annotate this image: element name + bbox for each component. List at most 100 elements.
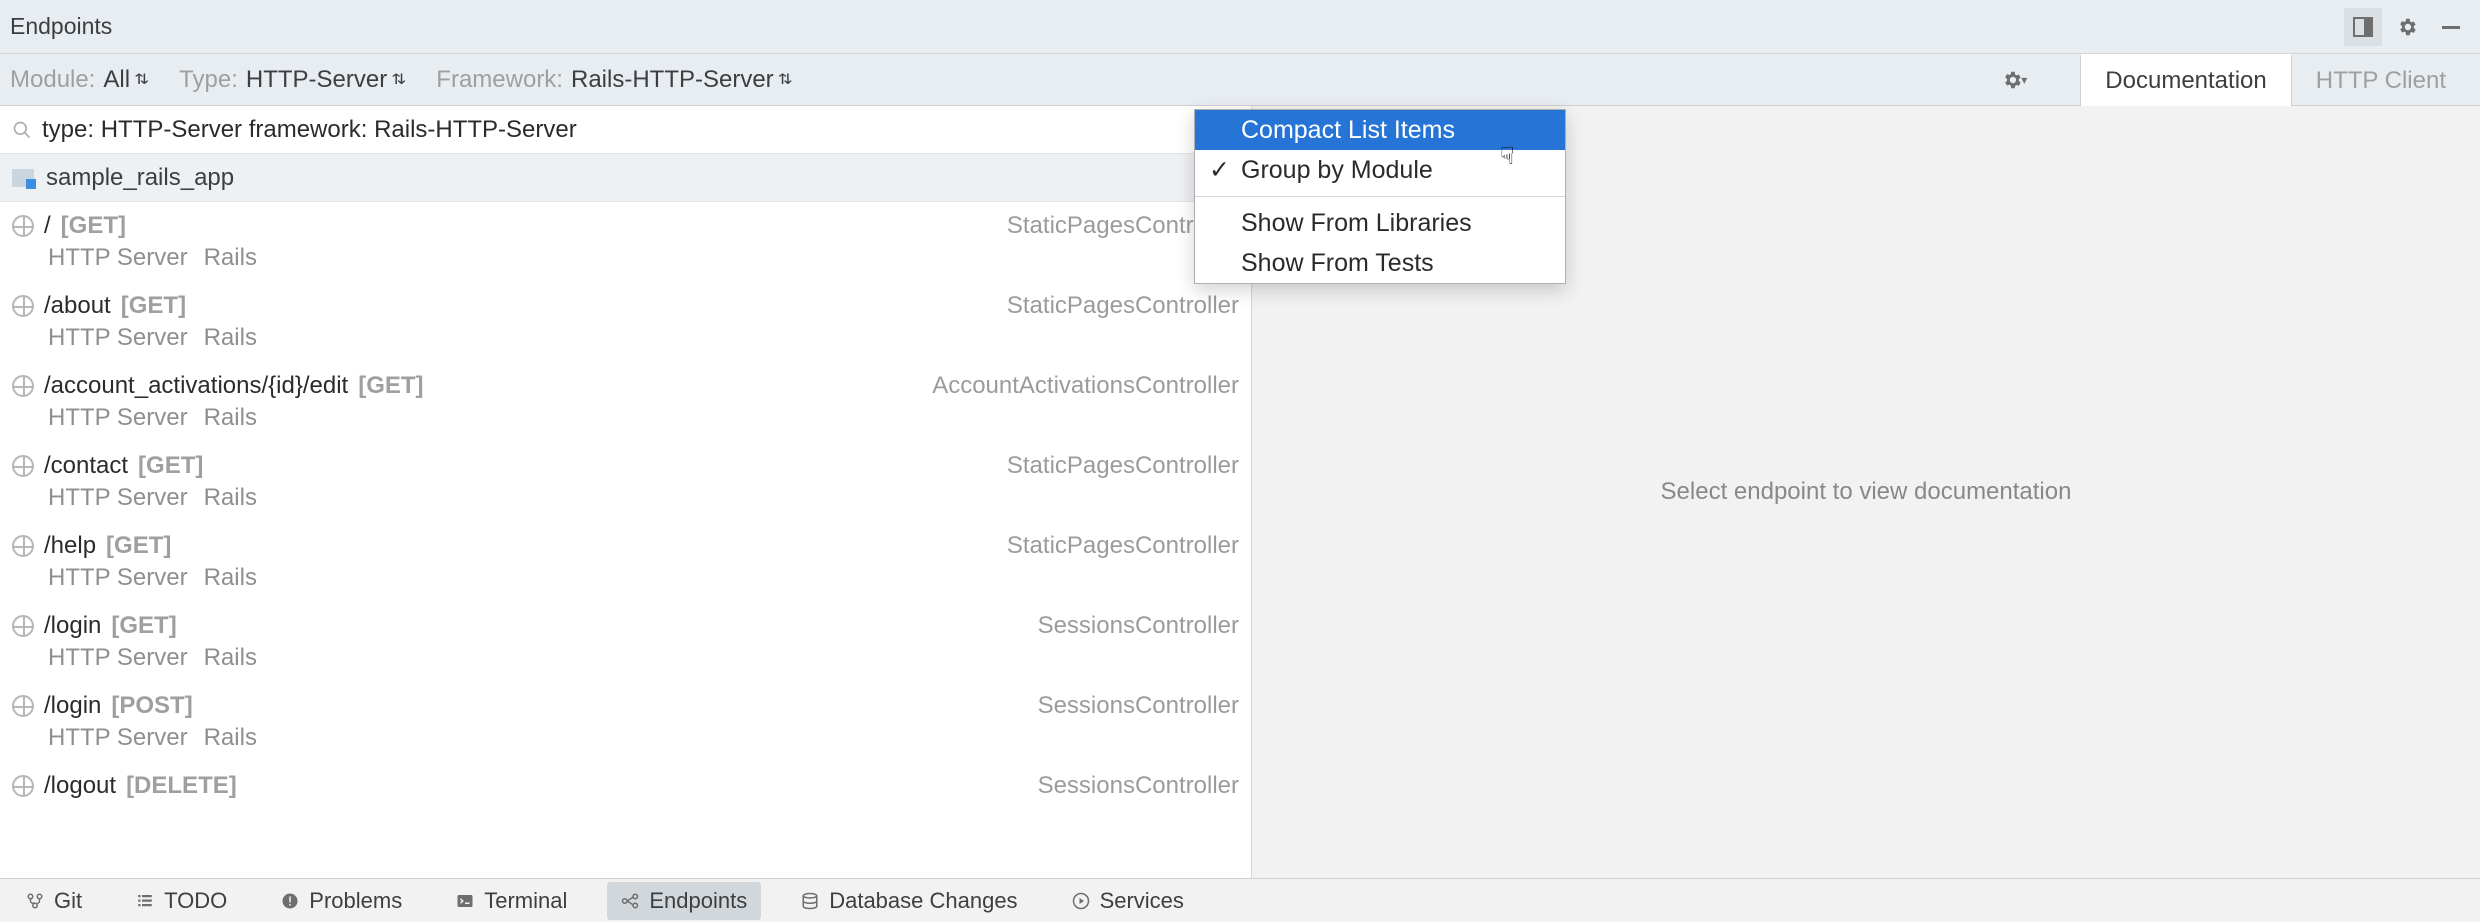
endpoint-type: HTTP Server — [48, 724, 188, 752]
endpoint-controller: SessionsController — [1038, 772, 1239, 800]
check-icon: ✓ — [1209, 155, 1230, 185]
tool-problems[interactable]: Problems — [267, 882, 416, 920]
globe-icon — [12, 295, 34, 317]
tool-problems-label: Problems — [309, 888, 402, 914]
endpoint-framework: Rails — [204, 244, 257, 272]
endpoint-path: /about — [44, 292, 111, 320]
globe-icon — [12, 615, 34, 637]
endpoint-path: /contact — [44, 452, 128, 480]
type-filter-label: Type: — [179, 66, 238, 94]
warning-icon — [281, 892, 299, 910]
endpoint-item[interactable]: /login [POST] SessionsController HTTP Serv… — [0, 682, 1251, 762]
tool-terminal[interactable]: Terminal — [442, 882, 581, 920]
endpoint-method: [GET] — [111, 612, 176, 640]
tool-todo-label: TODO — [164, 888, 227, 914]
endpoints-list-pane: sample_rails_app / [GET]StaticPagesContr… — [0, 106, 1252, 878]
menu-item-label: Compact List Items — [1241, 116, 1455, 145]
framework-filter-label: Framework: — [436, 66, 563, 94]
menu-item-label: Show From Libraries — [1241, 209, 1472, 238]
endpoint-path: /account_activations/{id}/edit — [44, 372, 348, 400]
module-group-name: sample_rails_app — [46, 164, 234, 192]
endpoint-controller: StaticPagesController — [1007, 452, 1239, 480]
filter-bar: Module: All ⇅ Type: HTTP-Server ⇅ Framew… — [0, 54, 2480, 106]
endpoint-method: [POST] — [111, 692, 192, 720]
endpoint-method: [GET] — [106, 532, 171, 560]
chevron-updown-icon: ⇅ — [778, 71, 793, 88]
endpoint-item[interactable]: / [GET]StaticPagesControllerHTTP ServerR… — [0, 202, 1251, 282]
framework-filter[interactable]: Framework: Rails-HTTP-Server ⇅ — [436, 66, 792, 94]
tab-documentation-label: Documentation — [2105, 67, 2266, 95]
terminal-icon — [456, 892, 474, 910]
endpoint-method: [DELETE] — [126, 772, 237, 800]
tool-todo[interactable]: TODO — [122, 882, 241, 920]
chevron-updown-icon: ⇅ — [134, 71, 149, 88]
chevron-updown-icon: ⇅ — [391, 71, 406, 88]
menu-item[interactable]: Show From Tests — [1195, 243, 1565, 283]
endpoint-type: HTTP Server — [48, 564, 188, 592]
globe-icon — [12, 535, 34, 557]
endpoint-framework: Rails — [204, 324, 257, 352]
search-input[interactable] — [42, 116, 1239, 144]
endpoint-method: [GET] — [358, 372, 423, 400]
tool-git[interactable]: Git — [12, 882, 96, 920]
menu-item[interactable]: Show From Libraries — [1195, 203, 1565, 243]
endpoint-framework: Rails — [204, 564, 257, 592]
tab-documentation[interactable]: Documentation — [2080, 54, 2291, 107]
endpoint-path: /logout — [44, 772, 116, 800]
panel-layout-button[interactable] — [2344, 8, 2382, 46]
menu-item-label: Group by Module — [1241, 156, 1433, 185]
module-filter-value: All — [103, 66, 130, 94]
type-filter[interactable]: Type: HTTP-Server ⇅ — [179, 66, 406, 94]
tab-http-client[interactable]: HTTP Client — [2292, 54, 2470, 106]
module-filter[interactable]: Module: All ⇅ — [10, 66, 149, 94]
endpoint-item[interactable]: /account_activations/{id}/edit [GET] Acco… — [0, 362, 1251, 442]
endpoint-type: HTTP Server — [48, 404, 188, 432]
endpoint-framework: Rails — [204, 644, 257, 672]
endpoint-item[interactable]: /about [GET] StaticPagesController HTTP Se… — [0, 282, 1251, 362]
framework-filter-value: Rails-HTTP-Server — [571, 66, 774, 94]
endpoint-path: /help — [44, 532, 96, 560]
module-group-header[interactable]: sample_rails_app — [0, 154, 1251, 202]
endpoint-method: [GET] — [121, 292, 186, 320]
tool-window-title: Endpoints — [10, 13, 2344, 40]
endpoint-controller: SessionsController — [1038, 612, 1239, 640]
endpoint-item[interactable]: /login [GET]SessionsControllerHTTP Serve… — [0, 602, 1251, 682]
endpoint-method: [GET] — [138, 452, 203, 480]
tool-services[interactable]: Services — [1058, 882, 1198, 920]
git-branch-icon — [26, 892, 44, 910]
endpoint-controller: StaticPagesController — [1007, 292, 1239, 320]
endpoint-type: HTTP Server — [48, 244, 188, 272]
endpoint-framework: Rails — [204, 404, 257, 432]
endpoint-type: HTTP Server — [48, 324, 188, 352]
view-options-menu: Compact List Items ✓ Group by Module Show F… — [1194, 109, 1566, 284]
endpoint-method: [GET] — [61, 212, 126, 240]
endpoint-controller: SessionsController — [1038, 692, 1239, 720]
view-options-button[interactable]: ▾ — [1996, 62, 2032, 98]
globe-icon — [12, 455, 34, 477]
endpoint-path: / — [44, 212, 51, 240]
endpoint-item[interactable]: /help [GET]StaticPagesControllerHTTP Ser… — [0, 522, 1251, 602]
type-filter-value: HTTP-Server — [246, 66, 387, 94]
tab-http-client-label: HTTP Client — [2316, 67, 2446, 95]
search-icon — [12, 120, 32, 140]
menu-item-label: Show From Tests — [1241, 249, 1434, 278]
list-icon — [136, 892, 154, 910]
endpoint-item[interactable]: /logout [DELETE] SessionsController — [0, 762, 1251, 810]
endpoint-item[interactable]: /contact [GET] StaticPagesController HTTP … — [0, 442, 1251, 522]
tool-db-changes[interactable]: Database Changes — [787, 882, 1031, 920]
endpoint-controller: AccountActivationsController — [932, 372, 1239, 400]
documentation-placeholder: Select endpoint to view documentation — [1661, 478, 2072, 506]
minimize-button[interactable] — [2432, 8, 2470, 46]
endpoints-icon — [621, 892, 639, 910]
globe-icon — [12, 375, 34, 397]
play-icon — [1072, 892, 1090, 910]
settings-icon[interactable] — [2388, 8, 2426, 46]
endpoint-framework: Rails — [204, 484, 257, 512]
tool-window-header: Endpoints — [0, 0, 2480, 54]
endpoint-path: /login — [44, 692, 101, 720]
endpoint-framework: Rails — [204, 724, 257, 752]
menu-separator — [1195, 196, 1565, 197]
tool-git-label: Git — [54, 888, 82, 914]
tool-endpoints[interactable]: Endpoints — [607, 882, 761, 920]
endpoint-type: HTTP Server — [48, 484, 188, 512]
